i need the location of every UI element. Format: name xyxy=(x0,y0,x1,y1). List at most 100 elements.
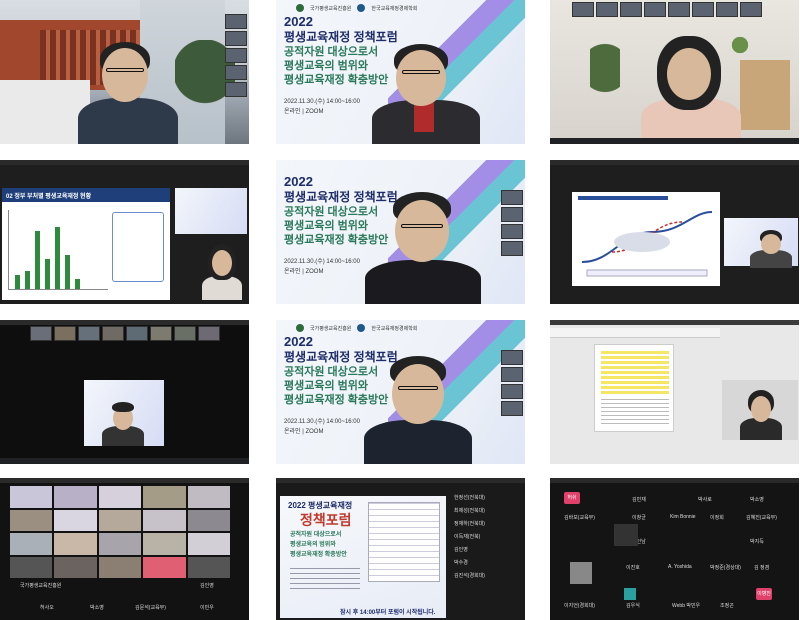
org-logo-icon xyxy=(296,4,304,12)
video-tile-gallery-slide xyxy=(0,320,249,464)
participant-thumbnail[interactable] xyxy=(501,367,523,382)
slide-diagram xyxy=(581,211,713,277)
participant-thumbnail[interactable] xyxy=(501,401,523,416)
participant-name: 김인영 xyxy=(200,583,214,589)
participant-thumbnail[interactable] xyxy=(668,2,690,17)
start-notice: 잠시 후 14:00부터 포럼이 시작됩니다. xyxy=(340,610,436,616)
participant-name: 박수경 xyxy=(454,560,468,566)
participant-video xyxy=(70,38,190,144)
participant-video xyxy=(635,32,745,144)
participant-thumbnail[interactable] xyxy=(716,2,738,17)
participant-thumbnail[interactable] xyxy=(225,48,247,63)
zoom-toolbar xyxy=(550,138,799,144)
video-tile-gallery: 국가평생교육진흥원 허사오 박소영 김문석(교육부) 이민우 김인영 xyxy=(0,478,249,620)
video-tile-name-gallery: 허쉬 이병진 김민재 박사로 박소영 김바보(교육부) 이창균 Kim Bonn… xyxy=(550,478,799,620)
participant-thumbnail[interactable] xyxy=(78,326,100,341)
participant-thumbnail[interactable] xyxy=(501,384,523,399)
org-name: 한국교육재정경제학회 xyxy=(371,5,418,12)
participant-name: 박소영 xyxy=(90,605,104,611)
participant-thumbnail[interactable] xyxy=(501,350,523,365)
participant-thumbnail-strip xyxy=(225,14,247,97)
participant-video xyxy=(361,190,486,304)
participant-thumbnail[interactable] xyxy=(150,326,172,341)
video-tile-poster-speaker: 국가평생교육진흥원 한국교육재정경제학회 2022 평생교육재정 정책포럼 공적… xyxy=(276,0,525,144)
participant-name: 조정곤 xyxy=(720,603,734,609)
poster-date: 2022.11.30.(수) 14:00~16:00 xyxy=(284,99,360,105)
poster-subtitle-2: 평생교육의 범위와 xyxy=(284,380,369,392)
participant-name: 김민재 xyxy=(632,497,646,503)
participant-name: 김바보(교육부) xyxy=(564,515,595,521)
participant-thumbnail[interactable] xyxy=(54,326,76,341)
participant-thumbnail[interactable] xyxy=(501,190,523,205)
participant-name: 이지언(경희대) xyxy=(564,603,595,609)
participant-name: 허사오 xyxy=(40,605,54,611)
poster-year: 2022 xyxy=(284,14,313,29)
participant-video xyxy=(746,228,796,268)
participant-thumbnail[interactable] xyxy=(501,224,523,239)
participant-thumbnail[interactable] xyxy=(501,241,523,256)
participant-video xyxy=(366,42,486,144)
poster-venue: 온라인 | ZOOM xyxy=(284,109,324,115)
participant-video-small xyxy=(570,562,592,584)
participant-thumbnail[interactable] xyxy=(174,326,196,341)
zoom-toolbar xyxy=(0,458,249,464)
participant-name: 이민우 xyxy=(200,605,214,611)
participant-thumbnail[interactable] xyxy=(692,2,714,17)
participant-thumbnail[interactable] xyxy=(225,82,247,97)
participant-name: 한정선(전북대) xyxy=(454,495,485,501)
participant-name: Webb 박민우 xyxy=(672,603,701,609)
participant-video-small xyxy=(614,524,638,546)
org-name: 국가평생교육진흥원 xyxy=(310,5,352,12)
participant-thumbnail[interactable] xyxy=(225,14,247,29)
side-poster-thumb xyxy=(175,188,247,234)
participant-thumbnail[interactable] xyxy=(572,2,594,17)
org-logo-icon xyxy=(357,324,366,332)
participant-thumbnail[interactable] xyxy=(644,2,666,17)
poster-date: 2022.11.30.(수) 14:00~16:00 xyxy=(284,259,360,265)
participant-name: 이득재(전북) xyxy=(454,534,481,540)
shared-slide: 02 정부 부처별 평생교육재정 현황 xyxy=(2,188,170,300)
participant-avatar-small xyxy=(624,588,636,600)
organizer-logos: 국가평생교육진흥원 한국교육재정경제학회 xyxy=(296,324,417,332)
participant-avatar-badge: 이병진 xyxy=(756,588,772,600)
participant-video xyxy=(196,240,246,300)
org-logo-icon xyxy=(357,4,366,12)
participant-thumbnail[interactable] xyxy=(501,207,523,222)
participant-name: 박소영 xyxy=(750,497,764,503)
participant-name: 김인영 xyxy=(454,547,468,553)
shared-poster-small xyxy=(84,380,164,446)
participant-thumbnail[interactable] xyxy=(596,2,618,17)
participant-name: 정재하(전북대) xyxy=(454,521,485,527)
participant-thumbnail[interactable] xyxy=(620,2,642,17)
participant-thumbnail[interactable] xyxy=(102,326,124,341)
participant-thumbnail-strip xyxy=(572,2,762,17)
participant-thumbnail[interactable] xyxy=(30,326,52,341)
poster-subtitle-2: 평생교육의 범위와 xyxy=(284,60,369,72)
participant-thumbnail[interactable] xyxy=(126,326,148,341)
participant-name: 박정준(경상대) xyxy=(710,565,741,571)
participant-thumbnail-strip xyxy=(501,190,523,256)
poster-date: 2022.11.30.(수) 14:00~16:00 xyxy=(284,419,360,425)
meeting-collage: 국가평생교육진흥원 한국교육재정경제학회 2022 평생교육재정 정책포럼 공적… xyxy=(0,0,800,620)
poster-title-b: 정책포럼 xyxy=(300,512,352,528)
participant-name: 이창균 xyxy=(632,515,646,521)
org-name: 국가평생교육진흥원 xyxy=(310,325,352,332)
participant-thumbnail[interactable] xyxy=(740,2,762,17)
participant-name: A. Yoshida xyxy=(668,564,692,570)
poster-year: 2022 xyxy=(284,174,313,189)
poster-subtitle-2: 평생교육의 범위와 xyxy=(290,542,336,548)
participant-thumbnail[interactable] xyxy=(225,31,247,46)
participant-thumbnail[interactable] xyxy=(225,65,247,80)
video-tile-shared-slide xyxy=(550,160,799,304)
participant-name: Kim Bonnie xyxy=(670,514,696,520)
participant-name: 김우식 xyxy=(626,603,640,609)
participant-thumbnail[interactable] xyxy=(198,326,220,341)
speaker-video xyxy=(722,380,798,440)
video-tile-shared-document xyxy=(550,320,799,464)
participant-name: 국가평생교육진흥원 xyxy=(20,583,62,589)
video-tile-waiting-poster: 2022 평생교육재정 정책포럼 공적자원 대상으로서 평생교육의 범위와 평생… xyxy=(276,478,525,620)
participant-video xyxy=(358,354,478,464)
poster-subtitle-2: 평생교육의 범위와 xyxy=(284,220,369,232)
participant-name: 김진석(경희대) xyxy=(454,573,485,579)
participant-name: 이진호 xyxy=(626,565,640,571)
